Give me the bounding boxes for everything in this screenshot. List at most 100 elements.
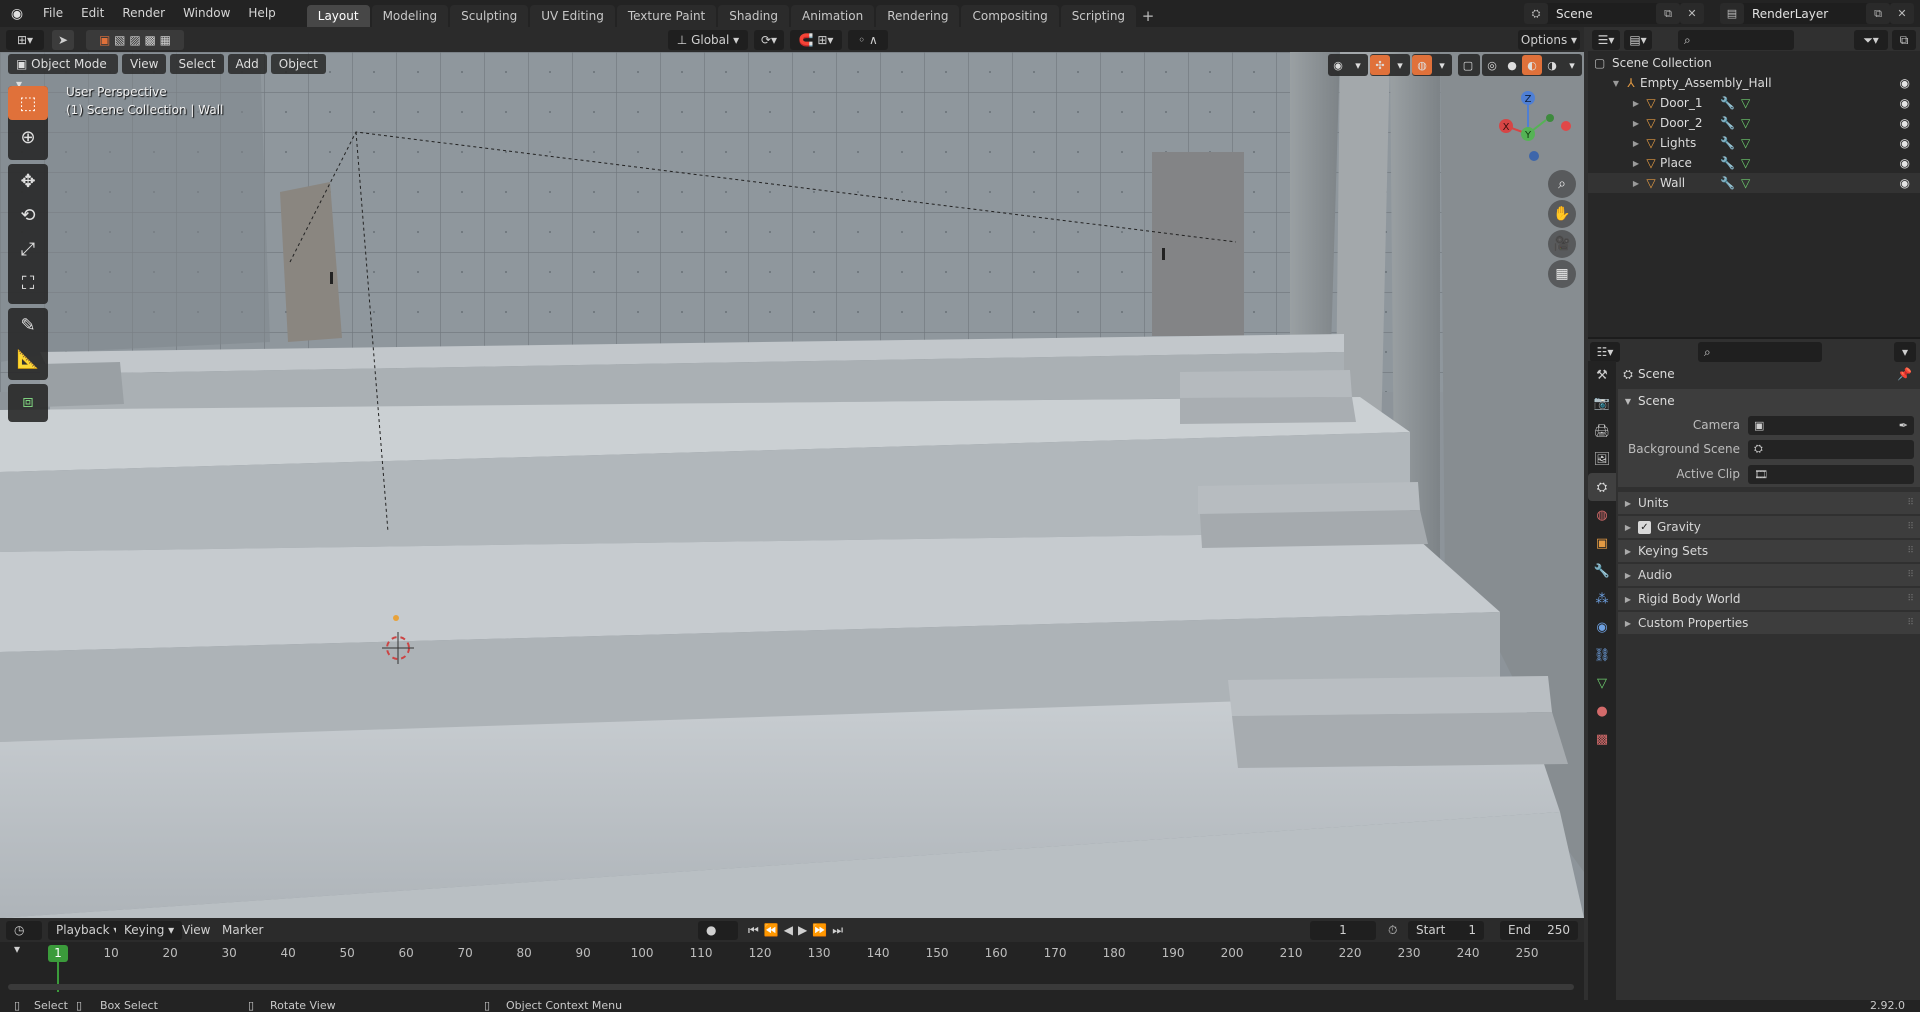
scale-tool-icon[interactable]: ⤢ [8,232,48,266]
outliner-editor-type-icon[interactable]: ☰▾ [1592,30,1620,50]
eye-icon[interactable]: ◉ [1328,55,1348,75]
camera-field[interactable]: ▣ ✒ [1748,415,1914,435]
outliner-scene-collection[interactable]: ▢ Scene Collection [1588,53,1920,73]
visibility-eye-icon[interactable]: ◉ [1900,96,1910,110]
intersect-selection-icon[interactable]: ▦ [160,33,171,47]
view-layer-icon[interactable]: ▤ [1720,3,1744,24]
chevron-down-icon[interactable]: ▾ [1562,55,1582,75]
record-keyframe-button[interactable]: ● [698,921,738,940]
view-layer-tab-icon[interactable]: 🖼 [1588,445,1616,473]
mesh-data-tab-icon[interactable]: ▽ [1588,669,1616,697]
collapse-arrow-icon[interactable]: ▶ [1618,547,1638,556]
measure-tool-icon[interactable]: 📐 [8,342,48,376]
viewport-scene-render[interactable] [0,52,1584,918]
3d-viewport[interactable]: ▣ Object Mode ▾ View Select Add Object ◉… [0,52,1584,918]
object-tab-icon[interactable]: ▣ [1588,529,1616,557]
expand-arrow-icon[interactable]: ▶ [1630,99,1642,108]
current-frame-field[interactable]: 1 [1310,921,1376,940]
active-clip-field[interactable]: 🎞 [1748,464,1914,484]
chevron-down-icon[interactable]: ▾ [1348,55,1368,75]
menu-edit[interactable]: Edit [72,0,113,27]
viewport-menu-add[interactable]: Add [227,54,267,74]
audio-panel-header[interactable]: ▶ Audio ⠿ [1618,563,1920,586]
expand-arrow-icon[interactable]: ▶ [1630,119,1642,128]
scene-panel-header[interactable]: ▼ Scene [1618,389,1920,413]
keying-dropdown[interactable]: Keying ▾ [116,921,183,940]
drag-grip-icon[interactable]: ⠿ [1907,594,1914,604]
jump-end-icon[interactable]: ⏭ [832,923,848,937]
world-tab-icon[interactable]: ◍ [1588,501,1616,529]
outliner-collection-row[interactable]: ▼ ⅄ Empty_Assembly_Hall ◉ [1588,73,1920,93]
display-mode-icon[interactable]: ▤▾ [1624,30,1652,50]
expand-arrow-icon[interactable]: ▶ [1630,179,1642,188]
add-cube-tool-icon[interactable]: ⧈ [8,384,48,418]
mesh-data-icon[interactable]: ▽ [1741,176,1750,190]
visibility-eye-icon[interactable]: ◉ [1900,76,1910,90]
tab-scripting[interactable]: Scripting [1060,5,1137,27]
blender-logo-icon[interactable]: ◉ [0,0,34,27]
material-shading-icon[interactable]: ◐ [1522,55,1542,75]
background-scene-field[interactable]: ⛭ [1748,439,1914,459]
collapse-arrow-icon[interactable]: ▶ [1618,571,1638,580]
mode-dropdown[interactable]: ▣ Object Mode ▾ [8,54,118,91]
viewport-menu-object[interactable]: Object [270,54,326,74]
scene-icon[interactable]: ⛭ [1524,3,1548,24]
custom-properties-panel-header[interactable]: ▶ Custom Properties ⠿ [1618,611,1920,634]
modifier-wrench-icon[interactable]: 🔧 [1720,116,1735,130]
output-tab-icon[interactable]: 🖨 [1588,417,1616,445]
visibility-toggle[interactable]: ◉ ▾ [1328,54,1368,76]
menu-file[interactable]: File [34,0,72,27]
visibility-eye-icon[interactable]: ◉ [1900,116,1910,130]
jump-start-icon[interactable]: ⏮ [748,923,764,937]
camera-view-icon[interactable]: 🎥 [1548,230,1576,258]
timeline-menu-view[interactable]: View [182,921,210,940]
overlays-toggle[interactable]: ◍ ▾ [1412,54,1452,76]
tab-shading[interactable]: Shading [718,5,789,27]
rigid-body-world-panel-header[interactable]: ▶ Rigid Body World ⠿ [1618,587,1920,610]
annotate-tool-icon[interactable]: ✎ [8,308,48,342]
solid-shading-icon[interactable]: ● [1502,55,1522,75]
outliner-object-row[interactable]: ▶ ▽ Door_1 🔧 ▽ ◉ [1588,93,1920,113]
cursor-tool-icon[interactable]: ⊕ [8,120,48,154]
visibility-eye-icon[interactable]: ◉ [1900,176,1910,190]
jump-key-back-icon[interactable]: ⏪ [764,923,784,937]
overlays-icon[interactable]: ◍ [1412,55,1432,75]
select-box-tool-icon[interactable]: ⬚ [8,86,48,120]
timeline-menu-marker[interactable]: Marker [222,921,263,940]
new-collection-icon[interactable]: ⧉ [1892,30,1916,50]
tab-animation[interactable]: Animation [791,5,875,27]
drag-grip-icon[interactable]: ⠿ [1907,570,1914,580]
eyedropper-icon[interactable]: ✒ [1899,419,1908,432]
zoom-icon[interactable]: ⌕ [1548,170,1576,198]
view-layer-selector[interactable]: ▤ RenderLayer ⧉ ✕ [1720,3,1914,24]
wireframe-shading-icon[interactable]: ◎ [1482,55,1502,75]
pin-icon[interactable]: 📌 [1897,367,1912,381]
timeline-scrollbar[interactable] [8,984,1574,990]
mesh-data-icon[interactable]: ▽ [1741,96,1750,110]
drag-grip-icon[interactable]: ⠿ [1907,546,1914,556]
tool-tab-icon[interactable]: ⚒ [1588,361,1616,389]
gravity-panel-header[interactable]: ▶ ✓ Gravity ⠿ [1618,515,1920,538]
drag-grip-icon[interactable]: ⠿ [1907,522,1914,532]
scene-name[interactable]: Scene [1548,7,1656,21]
delete-scene-icon[interactable]: ✕ [1680,3,1704,24]
expand-arrow-icon[interactable]: ▼ [1610,79,1622,88]
invert-selection-icon[interactable]: ▩ [145,33,156,47]
outliner-object-row[interactable]: ▶ ▽ Lights 🔧 ▽ ◉ [1588,133,1920,153]
visibility-eye-icon[interactable]: ◉ [1900,156,1910,170]
shading-modes[interactable]: ◎ ● ◐ ◑ ▾ [1482,54,1582,76]
delete-view-layer-icon[interactable]: ✕ [1890,3,1914,24]
constraints-tab-icon[interactable]: ⛓ [1588,641,1616,669]
modifier-wrench-icon[interactable]: 🔧 [1720,136,1735,150]
selection-mode-buttons[interactable]: ▣ ▧ ▨ ▩ ▦ [86,30,184,50]
pan-hand-icon[interactable]: ✋ [1548,200,1576,228]
menu-help[interactable]: Help [239,0,284,27]
move-tool-icon[interactable]: ✥ [8,164,48,198]
new-view-layer-icon[interactable]: ⧉ [1866,3,1890,24]
collapse-arrow-icon[interactable]: ▶ [1618,523,1638,532]
tab-modeling[interactable]: Modeling [371,5,449,27]
perspective-grid-icon[interactable]: ▦ [1548,260,1576,288]
outliner-object-row[interactable]: ▶ ▽ Place 🔧 ▽ ◉ [1588,153,1920,173]
extend-selection-icon[interactable]: ▧ [114,33,125,47]
xray-icon[interactable]: ▢ [1458,55,1478,75]
